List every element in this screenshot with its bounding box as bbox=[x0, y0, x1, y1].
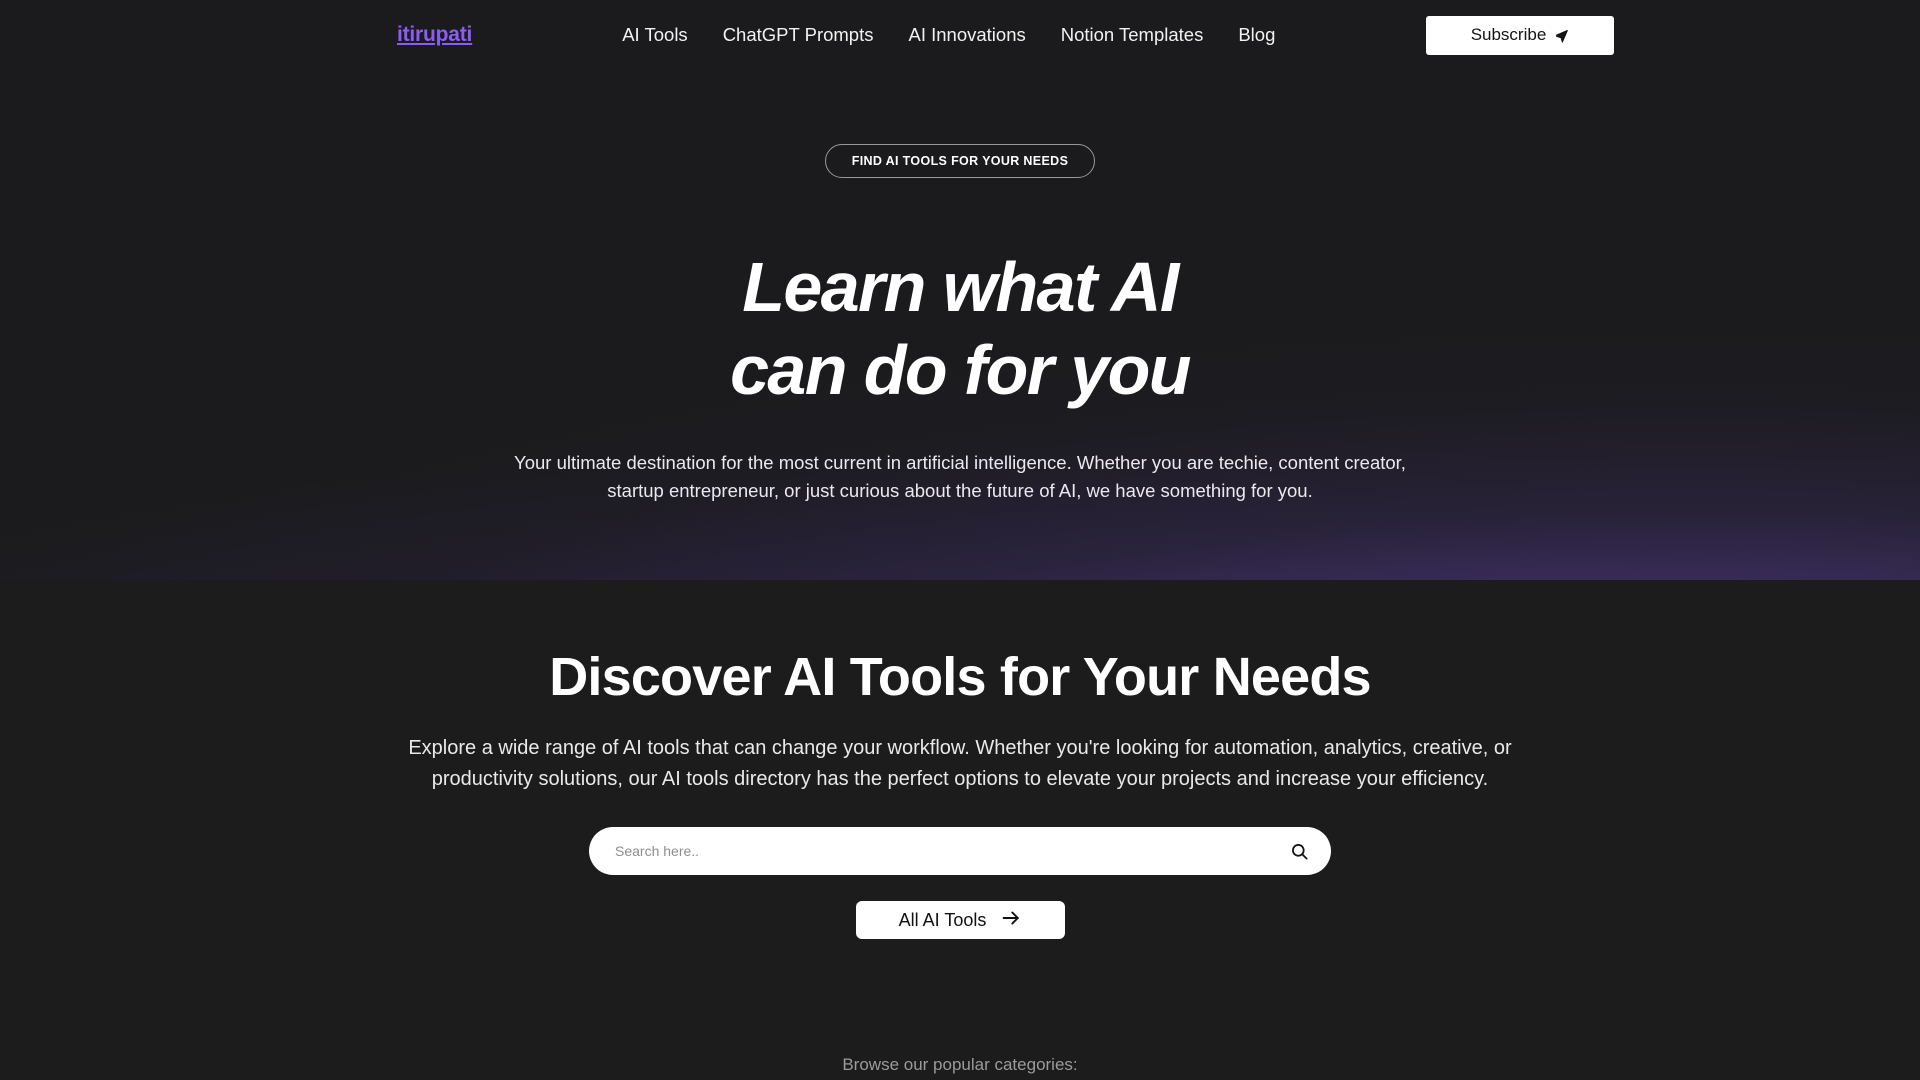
subscribe-button[interactable]: Subscribe bbox=[1426, 15, 1614, 55]
nav-item-blog[interactable]: Blog bbox=[1238, 24, 1275, 46]
top-navigation-bar: itirupati AI Tools ChatGPT Prompts AI In… bbox=[0, 0, 1920, 70]
discover-title: Discover AI Tools for Your Needs bbox=[549, 647, 1371, 707]
hero-section: itirupati AI Tools ChatGPT Prompts AI In… bbox=[0, 0, 1920, 580]
search-input[interactable] bbox=[615, 843, 1290, 860]
hero-title: Learn what AI can do for you bbox=[0, 246, 1920, 411]
discover-description: Explore a wide range of AI tools that ca… bbox=[408, 737, 1512, 791]
nav-item-ai-tools[interactable]: AI Tools bbox=[622, 24, 687, 46]
nav-item-chatgpt-prompts[interactable]: ChatGPT Prompts bbox=[723, 24, 874, 46]
nav-item-ai-innovations[interactable]: AI Innovations bbox=[908, 24, 1025, 46]
site-logo[interactable]: itirupati bbox=[397, 23, 472, 47]
all-ai-tools-button[interactable]: All AI Tools bbox=[855, 901, 1065, 940]
send-icon bbox=[1554, 28, 1569, 43]
find-ai-tools-pill-button[interactable]: FIND AI TOOLS FOR YOUR NEEDS bbox=[824, 144, 1096, 178]
hero-title-line-2: can do for you bbox=[730, 330, 1191, 409]
nav-links: AI Tools ChatGPT Prompts AI Innovations … bbox=[622, 24, 1275, 46]
subscribe-button-label: Subscribe bbox=[1470, 25, 1547, 44]
hero-title-line-1: Learn what AI bbox=[742, 248, 1179, 326]
hero-subtitle: Your ultimate destination for the most c… bbox=[514, 452, 1406, 502]
hero-content: FIND AI TOOLS FOR YOUR NEEDS Learn what … bbox=[0, 70, 1920, 505]
discover-section: Discover AI Tools for Your Needs Explore… bbox=[0, 580, 1920, 1080]
search-bar[interactable] bbox=[589, 827, 1331, 876]
popular-categories: Browse our popular categories: Image gen… bbox=[0, 1055, 1920, 1080]
all-ai-tools-label: All AI Tools bbox=[898, 909, 987, 930]
nav-item-notion-templates[interactable]: Notion Templates bbox=[1061, 24, 1204, 46]
search-icon[interactable] bbox=[1290, 842, 1309, 861]
categories-label: Browse our popular categories: bbox=[842, 1055, 1078, 1075]
arrow-right-icon bbox=[1002, 910, 1021, 931]
